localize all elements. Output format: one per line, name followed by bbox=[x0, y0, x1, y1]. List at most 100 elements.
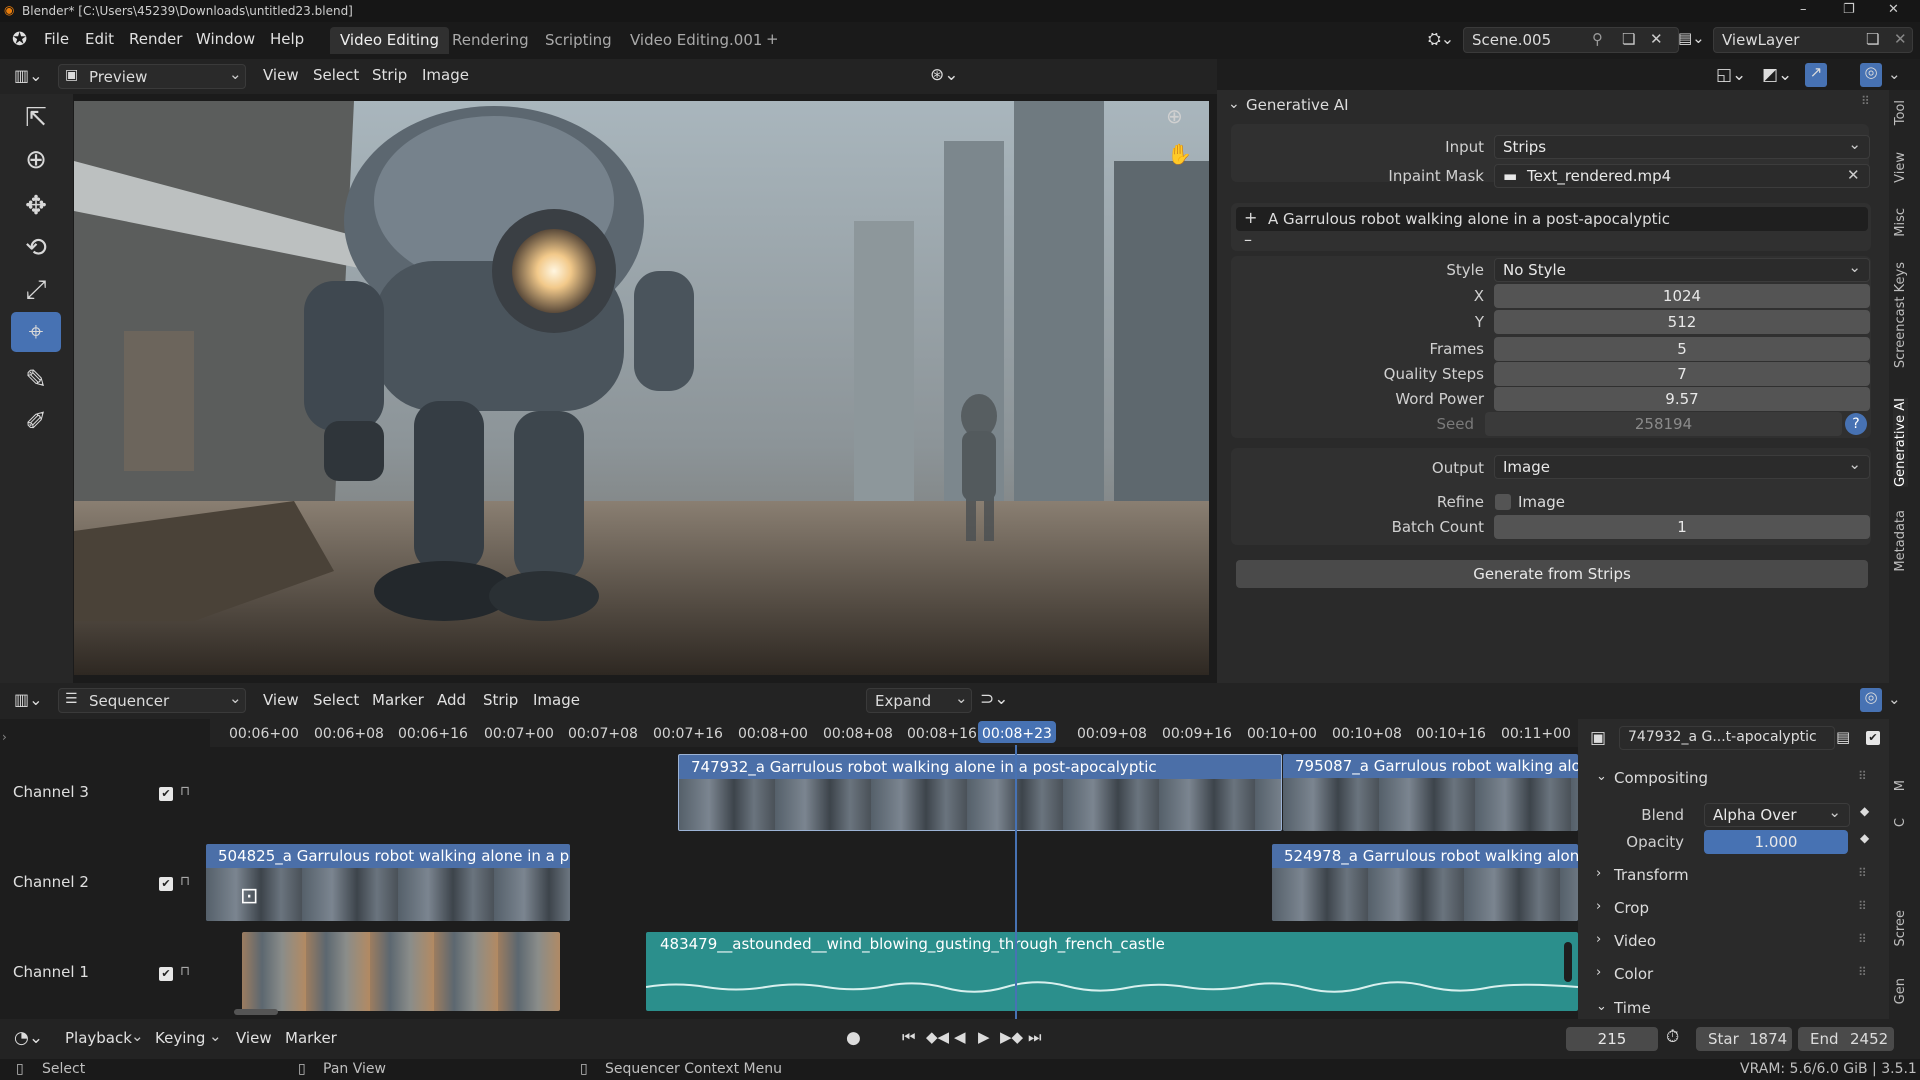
prev-keyframe-icon[interactable]: ◆◀ bbox=[926, 1028, 949, 1046]
pin-icon[interactable]: ⚲ bbox=[1592, 30, 1603, 48]
tab-scripting[interactable]: Scripting bbox=[535, 27, 622, 54]
time-chevron-icon[interactable]: ⌄ bbox=[1596, 999, 1607, 1014]
scale-tool-icon[interactable]: ⤢ bbox=[11, 270, 61, 310]
batch-count-field[interactable]: 1 bbox=[1494, 515, 1870, 539]
menu-window[interactable]: Window bbox=[196, 30, 255, 48]
time-section[interactable]: Time bbox=[1614, 999, 1651, 1017]
frames-field[interactable]: 5 bbox=[1494, 337, 1870, 361]
transform-section[interactable]: Transform bbox=[1614, 866, 1689, 884]
tab-c[interactable]: C bbox=[1893, 818, 1908, 827]
new-view-layer-icon[interactable]: ❏ bbox=[1866, 30, 1879, 48]
delete-view-layer-icon[interactable]: ✕ bbox=[1894, 30, 1907, 48]
drag-handle-icon[interactable]: ⠿ bbox=[1858, 932, 1867, 946]
overlap-mode-dropdown[interactable]: Expand ⌄ bbox=[866, 688, 972, 713]
view-layer-selector[interactable]: ViewLayer ❏ ✕ bbox=[1713, 27, 1913, 53]
strip-channel2-a[interactable]: 504825_a Garrulous robot walking alone i… bbox=[206, 844, 570, 921]
gizmo-toggle-icon[interactable]: ↗ bbox=[1805, 63, 1827, 87]
playhead-line[interactable] bbox=[1015, 745, 1017, 1019]
close-window-icon[interactable]: ✕ bbox=[1888, 2, 1899, 17]
sample-tool-icon[interactable]: ✎ bbox=[11, 360, 61, 400]
crop-section[interactable]: Crop bbox=[1614, 899, 1649, 917]
video-section[interactable]: Video bbox=[1614, 932, 1656, 950]
tab-tool[interactable]: Tool bbox=[1893, 100, 1908, 125]
scopes-icon[interactable]: ◩⌄ bbox=[1762, 65, 1792, 85]
seq-menu-add[interactable]: Add bbox=[437, 691, 466, 709]
menu-help[interactable]: Help bbox=[270, 30, 304, 48]
menu-edit[interactable]: Edit bbox=[85, 30, 114, 48]
menu-view[interactable]: View bbox=[263, 66, 299, 84]
snap-icon[interactable]: ⊃⌄ bbox=[980, 689, 1009, 709]
tab-video-editing-001[interactable]: Video Editing.001 bbox=[620, 27, 772, 54]
pivot-icon[interactable]: ⊛⌄ bbox=[930, 65, 959, 85]
crop-chevron-icon[interactable]: › bbox=[1596, 899, 1601, 914]
editor-type-icon[interactable]: ▥⌄ bbox=[14, 66, 43, 85]
transform-tool-icon[interactable]: ⌖ bbox=[11, 312, 61, 352]
strip-channel1-movie[interactable] bbox=[242, 932, 560, 1011]
strip-channel1-sound[interactable]: 483479__astounded__wind_blowing_gusting_… bbox=[646, 932, 1578, 1011]
blend-keyframe-icon[interactable]: ◆ bbox=[1860, 804, 1869, 818]
drag-handle-icon[interactable]: ⠿ bbox=[1858, 866, 1867, 880]
generate-button[interactable]: Generate from Strips bbox=[1236, 560, 1868, 588]
tab-misc[interactable]: Misc bbox=[1893, 208, 1908, 237]
random-seed-icon[interactable]: ? bbox=[1845, 413, 1867, 435]
play-icon[interactable]: ▶ bbox=[978, 1028, 990, 1046]
strip-edit-icon[interactable]: ▤ bbox=[1836, 728, 1850, 746]
strip-channel2-b[interactable]: 524978_a Garrulous robot walking alone i… bbox=[1272, 844, 1578, 921]
add-prompt-icon[interactable]: + bbox=[1244, 208, 1257, 227]
cursor-tool-icon[interactable]: ⊕ bbox=[11, 140, 61, 180]
select-tool-icon[interactable]: ⇱ bbox=[11, 98, 61, 138]
tab-rendering[interactable]: Rendering bbox=[442, 27, 539, 54]
zoom-icon[interactable]: ⊕ bbox=[1166, 104, 1183, 128]
jump-start-icon[interactable]: ⏮ bbox=[902, 1028, 916, 1046]
tab-m[interactable]: M bbox=[1893, 780, 1908, 791]
remove-prompt-icon[interactable]: – bbox=[1244, 230, 1252, 249]
menu-image[interactable]: Image bbox=[422, 66, 469, 84]
drag-handle-icon[interactable]: ⠿ bbox=[1858, 769, 1867, 783]
collapse-chevron-icon[interactable]: ⌄ bbox=[1228, 96, 1240, 112]
keying-menu[interactable]: Keying bbox=[155, 1029, 205, 1047]
prompt-field[interactable]: + A Garrulous robot walking alone in a p… bbox=[1236, 207, 1868, 231]
seq-menu-strip[interactable]: Strip bbox=[483, 691, 518, 709]
add-workspace-icon[interactable]: + bbox=[766, 30, 779, 48]
scene-selector[interactable]: Scene.005 ⚲ ❏ ✕ bbox=[1463, 27, 1679, 53]
seq-view-type-dropdown[interactable]: ☰ Sequencer ⌄ bbox=[58, 688, 246, 713]
clear-mask-icon[interactable]: ✕ bbox=[1847, 166, 1860, 184]
y-field[interactable]: 512 bbox=[1494, 310, 1870, 334]
record-icon[interactable]: ● bbox=[846, 1028, 861, 1048]
drag-handle-icon[interactable]: ⠿ bbox=[1861, 94, 1870, 108]
strip-channel3-a[interactable]: 747932_a Garrulous robot walking alone i… bbox=[678, 754, 1282, 831]
playback-menu[interactable]: Playback bbox=[65, 1029, 132, 1047]
quality-steps-field[interactable]: 7 bbox=[1494, 362, 1870, 386]
view-layer-icon[interactable]: ▤⌄ bbox=[1678, 29, 1705, 47]
tab-gen[interactable]: Gen bbox=[1893, 978, 1908, 1004]
x-field[interactable]: 1024 bbox=[1494, 284, 1870, 308]
channel-2-lock-icon[interactable]: ⊓ bbox=[180, 874, 190, 889]
seq-menu-image[interactable]: Image bbox=[533, 691, 580, 709]
tab-metadata[interactable]: Metadata bbox=[1893, 510, 1908, 572]
delete-scene-icon[interactable]: ✕ bbox=[1650, 30, 1663, 48]
refine-checkbox[interactable] bbox=[1495, 494, 1511, 510]
jump-end-icon[interactable]: ⏭ bbox=[1028, 1028, 1042, 1046]
inpaint-mask-field[interactable]: ▬ Text_rendered.mp4 bbox=[1494, 162, 1870, 188]
strip-name-field[interactable]: 747932_a G...t-apocalyptic bbox=[1619, 726, 1835, 750]
seq-menu-marker[interactable]: Marker bbox=[372, 691, 424, 709]
compositing-chevron-icon[interactable]: ⌄ bbox=[1596, 769, 1607, 784]
timeline-marker-menu[interactable]: Marker bbox=[285, 1029, 337, 1047]
seed-field[interactable]: 258194 bbox=[1485, 412, 1842, 436]
seq-editor-type-icon[interactable]: ▥⌄ bbox=[14, 690, 43, 709]
output-dropdown[interactable]: Image bbox=[1494, 453, 1870, 479]
opacity-field[interactable]: 1.000 bbox=[1704, 830, 1848, 854]
video-chevron-icon[interactable]: › bbox=[1596, 932, 1601, 947]
menu-file[interactable]: File bbox=[44, 30, 69, 48]
horizontal-scrollbar[interactable] bbox=[234, 1009, 278, 1015]
timeline-view-menu[interactable]: View bbox=[236, 1029, 272, 1047]
move-tool-icon[interactable]: ✥ bbox=[11, 186, 61, 226]
seq-menu-view[interactable]: View bbox=[263, 691, 299, 709]
view-type-dropdown[interactable]: ▣ Preview ⌄ bbox=[58, 64, 246, 89]
tab-video-editing[interactable]: Video Editing bbox=[330, 27, 450, 54]
pan-hand-icon[interactable]: ✋ bbox=[1167, 142, 1192, 166]
start-frame-field[interactable]: Star 1874 bbox=[1696, 1027, 1792, 1051]
overlay-chevron-icon[interactable]: ⌄ bbox=[1888, 65, 1901, 83]
scene-icon[interactable]: ⛭⌄ bbox=[1428, 29, 1454, 49]
drag-handle-icon[interactable]: ⠿ bbox=[1858, 899, 1867, 913]
